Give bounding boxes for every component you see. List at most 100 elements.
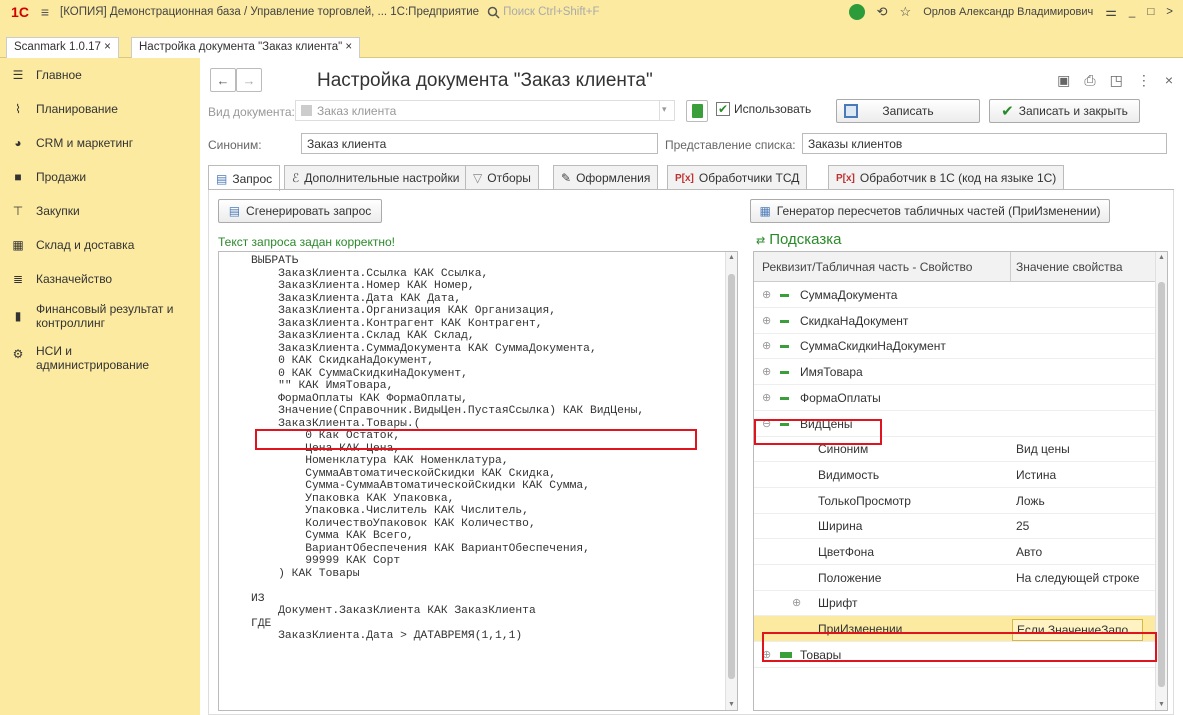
record-icon-button[interactable] — [686, 100, 708, 122]
query-line[interactable]: ЗаказКлиента.Дата > ДАТАВРЕМЯ(1,1,1) — [251, 630, 737, 643]
grid-row-value[interactable]: Ложь — [1016, 494, 1045, 508]
query-line[interactable]: "" КАК ИмяТовара, — [251, 380, 737, 393]
more-actions-icon[interactable]: ⋮ — [1137, 72, 1151, 89]
sidebar-item-crm[interactable]: ◕ CRM и маркетинг — [0, 136, 200, 150]
query-line[interactable]: ВЫБРАТЬ — [251, 255, 737, 268]
grid-row-value[interactable]: Вид цены — [1016, 442, 1070, 456]
preview-icon[interactable]: ◳ — [1110, 72, 1123, 89]
save-and-close-button[interactable]: ✔ Записать и закрыть — [989, 99, 1140, 123]
query-line[interactable]: ИЗ — [251, 593, 737, 606]
save-icon[interactable]: ▣ — [1057, 72, 1070, 89]
doc-type-field[interactable]: Заказ клиента — [295, 100, 675, 121]
query-line[interactable]: ЗаказКлиента.СуммаДокумента КАК СуммаДок… — [251, 343, 737, 356]
query-editor[interactable]: ВЫБРАТЬ ЗаказКлиента.Ссылка КАК Ссылка, … — [218, 251, 738, 711]
generate-query-button[interactable]: ▤ Сгенерировать запрос — [218, 199, 382, 223]
sidebar-item-financial[interactable]: ▮ Финансовый результат и контроллинг — [0, 302, 200, 330]
sidebar-item-treasury[interactable]: ≣ Казначейство — [0, 272, 200, 286]
back-button[interactable]: ← — [210, 68, 236, 92]
favorites-star-icon[interactable]: ☆ — [900, 4, 912, 20]
grid-scroll-thumb[interactable] — [1158, 282, 1165, 687]
query-line[interactable]: ФормаОплаты КАК ФормаОплаты, — [251, 393, 737, 406]
query-line[interactable]: Упаковка КАК Упаковка, — [251, 493, 737, 506]
grid-row-value[interactable]: Истина — [1016, 468, 1056, 482]
query-scrollbar[interactable]: ▲ ▼ — [725, 252, 737, 710]
forward-button[interactable]: → — [236, 68, 262, 92]
sidebar-item-warehouse[interactable]: ▦ Склад и доставка — [0, 238, 200, 252]
query-line[interactable]: Документ.ЗаказКлиента КАК ЗаказКлиента — [251, 605, 737, 618]
sidebar-item-planning[interactable]: ⌇ Планирование — [0, 102, 200, 116]
tab-tsd-handlers[interactable]: P[x] Обработчики ТСД — [667, 165, 808, 190]
query-line[interactable]: ЗаказКлиента.Дата КАК Дата, — [251, 293, 737, 306]
sidebar-item-sales[interactable]: ■ Продажи — [0, 170, 200, 184]
query-line[interactable]: СуммаАвтоматическойСкидки КАК Скидка, — [251, 468, 737, 481]
hint-title[interactable]: ⇄ Подсказка — [756, 231, 841, 248]
expand-icon[interactable]: ⊕ — [762, 339, 771, 352]
query-line[interactable]: 0 КАК СкидкаНаДокумент, — [251, 355, 737, 368]
grid-row[interactable]: ЦветФона Авто — [754, 539, 1157, 565]
grid-row[interactable]: ⊕ СкидкаНаДокумент — [754, 308, 1157, 334]
hamburger-menu-icon[interactable]: ≡ — [34, 4, 56, 20]
print-icon[interactable]: ⎙ — [1084, 72, 1095, 89]
grid-row[interactable]: Положение На следующей строке — [754, 565, 1157, 591]
query-line[interactable]: ЗаказКлиента.Организация КАК Организация… — [251, 305, 737, 318]
maximize-icon[interactable]: □ — [1147, 6, 1154, 18]
grid-scroll-up-arrow[interactable]: ▲ — [1158, 254, 1165, 261]
expand-icon[interactable]: ⊕ — [762, 288, 771, 301]
query-line[interactable] — [251, 580, 737, 593]
column-header-value[interactable]: Значение свойства — [1016, 260, 1123, 274]
grid-row[interactable]: ⊕ ФормаОплаты — [754, 385, 1157, 411]
query-line[interactable]: ЗаказКлиента.Ссылка КАК Ссылка, — [251, 268, 737, 281]
sidebar-item-purchases[interactable]: ⊤ Закупки — [0, 204, 200, 218]
column-header-property[interactable]: Реквизит/Табличная часть - Свойство — [762, 260, 972, 274]
grid-row[interactable]: ⊕ ИмяТовара — [754, 359, 1157, 386]
minimize-icon[interactable]: _ — [1129, 6, 1135, 18]
query-line[interactable]: Номенклатура КАК Номенклатура, — [251, 455, 737, 468]
query-line[interactable]: 0 КАК СуммаСкидкиНаДокумент, — [251, 368, 737, 381]
tab-filters[interactable]: ▽ Отборы — [465, 165, 539, 190]
scroll-down-arrow[interactable]: ▼ — [728, 701, 735, 708]
grid-row[interactable]: Видимость Истина — [754, 462, 1157, 488]
grid-row[interactable]: ⊕ СуммаСкидкиНаДокумент — [754, 333, 1157, 360]
grid-row-value[interactable]: На следующей строке — [1016, 571, 1139, 585]
query-line[interactable]: ВариантОбеспечения КАК ВариантОбеспечени… — [251, 543, 737, 556]
scroll-up-arrow[interactable]: ▲ — [728, 254, 735, 261]
expand-icon[interactable]: ⊕ — [762, 365, 771, 378]
notifications-icon[interactable] — [848, 4, 865, 20]
query-line[interactable]: ЗаказКлиента.Контрагент КАК Контрагент, — [251, 318, 737, 331]
grid-row[interactable]: ⊕ СуммаДокумента — [754, 282, 1157, 308]
query-line[interactable]: Сумма-СуммаАвтоматическойСкидки КАК Сумм… — [251, 480, 737, 493]
query-line[interactable]: ЗаказКлиента.Номер КАК Номер, — [251, 280, 737, 293]
grid-row[interactable]: ТолькоПросмотр Ложь — [754, 488, 1157, 514]
grid-scroll-down-arrow[interactable]: ▼ — [1158, 701, 1165, 708]
query-scroll-thumb[interactable] — [728, 274, 735, 679]
generator-button[interactable]: ▦ Генератор пересчетов табличных частей (… — [750, 199, 1110, 223]
query-line[interactable]: Значение(Справочник.ВидыЦен.ПустаяСсылка… — [251, 405, 737, 418]
grid-row-value[interactable]: 25 — [1016, 519, 1029, 533]
tab-query[interactable]: ▤ Запрос — [208, 165, 281, 191]
expand-icon[interactable]: ⊕ — [762, 314, 771, 327]
current-user[interactable]: Орлов Александр Владимирович — [923, 6, 1093, 18]
query-line[interactable]: ЗаказКлиента.Склад КАК Склад, — [251, 330, 737, 343]
use-checkbox[interactable]: ✔ Использовать — [716, 102, 811, 116]
expand-icon[interactable]: ⊕ — [762, 391, 771, 404]
query-line[interactable]: Упаковка.Числитель КАК Числитель, — [251, 505, 737, 518]
tab-1c-handler[interactable]: P[x] Обработчик в 1С (код на языке 1С) — [828, 165, 1065, 190]
window-tab-document-settings[interactable]: Настройка документа "Заказ клиента" × — [131, 37, 361, 58]
settings-menu-icon[interactable]: ⚌ — [1105, 4, 1117, 20]
list-view-field[interactable]: Заказы клиентов — [802, 133, 1167, 154]
window-tab-scanmark[interactable]: Scanmark 1.0.17 × — [6, 37, 119, 58]
close-icon[interactable]: × — [1165, 72, 1173, 89]
doc-type-dropdown-button[interactable]: ▾ — [659, 100, 675, 121]
save-button[interactable]: Записать — [836, 99, 980, 123]
more-icon[interactable]: > — [1166, 6, 1173, 18]
expand-icon[interactable]: ⊕ — [792, 596, 801, 609]
history-icon[interactable]: ⟲ — [877, 4, 888, 20]
synonym-field[interactable]: Заказ клиента — [301, 133, 658, 154]
query-line[interactable]: 99999 КАК Сорт — [251, 555, 737, 568]
grid-row[interactable]: ⊕ Шрифт — [754, 590, 1157, 617]
query-line[interactable]: КоличествоУпаковок КАК Количество, — [251, 518, 737, 531]
global-search[interactable]: Поиск Ctrl+Shift+F — [487, 6, 787, 19]
grid-row-value[interactable]: Авто — [1016, 545, 1042, 559]
tab-appearance[interactable]: ✎ Оформления — [553, 165, 659, 190]
sidebar-item-admin[interactable]: ⚙ НСИ и администрирование — [0, 344, 200, 372]
